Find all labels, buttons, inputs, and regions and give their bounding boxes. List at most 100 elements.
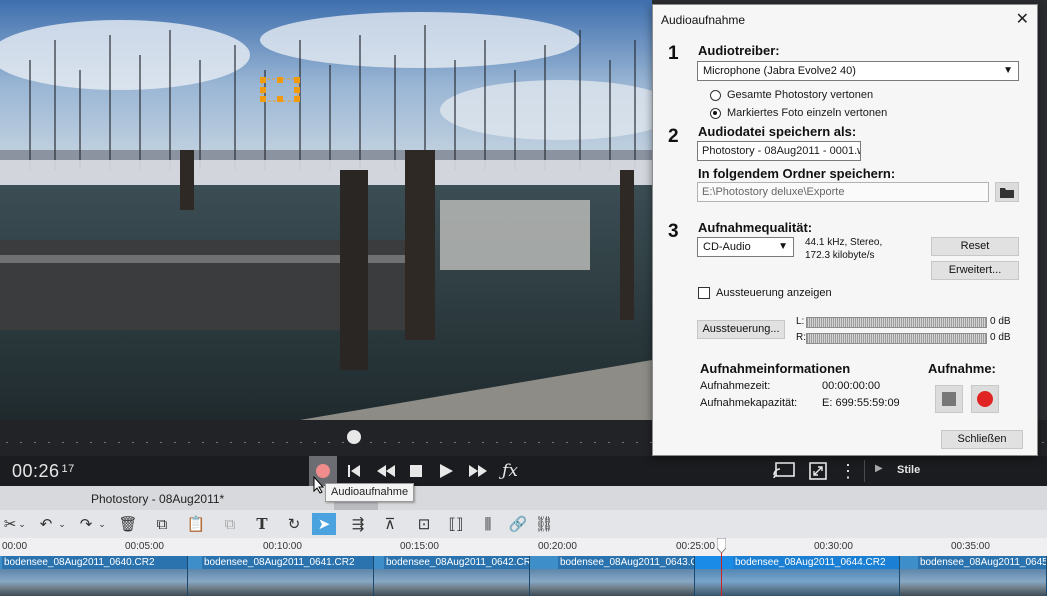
meter-left-db: 0 dB — [990, 316, 1011, 327]
level-meter-left — [806, 317, 987, 328]
folder-path-input[interactable]: E:\Photostory deluxe\Exporte — [697, 182, 989, 202]
ruler-tick-label: 00:35:00 — [951, 541, 990, 552]
vertical-dots-icon: ⋮ — [839, 461, 857, 481]
stop-recording-button[interactable] — [935, 385, 963, 413]
ruler-tick-label: 00:10:00 — [263, 541, 302, 552]
play-icon — [440, 464, 453, 478]
timeline-clip[interactable]: bodensee_08Aug2011_0642.CR2 — [374, 556, 530, 596]
radio-whole-story[interactable]: Gesamte Photostory vertonen — [710, 89, 873, 101]
quality-heading: Aufnahmequalität: — [698, 220, 813, 235]
clip-thumbnail — [374, 569, 529, 596]
scrubber-handle[interactable] — [347, 430, 361, 444]
text-icon[interactable]: T — [252, 515, 272, 533]
info-heading: Aufnahmeinformationen — [700, 361, 851, 376]
timeline-clip-selected[interactable]: bodensee_08Aug2011_0644.CR2 — [695, 556, 900, 596]
photo-preview[interactable] — [0, 0, 652, 420]
delete-icon[interactable]: 🗑 — [118, 515, 138, 533]
paste-disabled-icon: ⧉ — [224, 515, 236, 533]
playhead-line — [721, 553, 722, 596]
rewind-button[interactable] — [373, 456, 399, 486]
ruler-tick-label: 00:15:00 — [400, 541, 439, 552]
rotate-icon[interactable]: ↻ — [284, 515, 304, 533]
fast-forward-button[interactable] — [465, 456, 491, 486]
quality-info-line1: 44.1 kHz, Stereo, — [805, 237, 883, 248]
level-settings-button[interactable]: Aussteuerung... — [697, 320, 785, 339]
fullscreen-button[interactable] — [806, 456, 830, 486]
more-options-button[interactable]: ⋮ — [839, 456, 857, 486]
timeline-clip[interactable]: bodensee_08Aug2011_0641.CR2 — [188, 556, 374, 596]
playhead-marker-icon[interactable] — [717, 538, 726, 554]
copy-icon[interactable]: ⧉ — [152, 515, 172, 533]
radio-single-photo[interactable]: Markiertes Foto einzeln vertonen — [710, 107, 887, 119]
meter-left-label: L: — [796, 316, 805, 327]
radio-circle[interactable] — [710, 89, 721, 101]
timeline-toolbar: ✂ ⌄ ↶ ⌄ ↷ ⌄ 🗑 ⧉ 📋 ⧉ T ↻ ➤ ⇶ ⊼ ⊡ ⟦⟧ ⫼ 🔗 ⛓ — [0, 510, 1047, 538]
timeline-clip[interactable]: bodensee_08Aug2011_0640.CR2 — [0, 556, 188, 596]
fullscreen-icon — [809, 462, 827, 480]
ruler-tick-label: 00:30:00 — [814, 541, 853, 552]
advanced-button[interactable]: Erweitert... — [931, 261, 1019, 280]
timeline-clip[interactable]: bodensee_08Aug2011_0643.CR2 — [530, 556, 695, 596]
close-button[interactable]: Schließen — [941, 430, 1023, 449]
fit-icon[interactable]: ⟦⟧ — [446, 515, 466, 533]
timecode-display: 00:26 17 — [12, 461, 75, 481]
chevron-down-icon[interactable]: ⌄ — [16, 515, 28, 533]
redo-icon[interactable]: ↷ — [76, 515, 96, 533]
clip-label: bodensee_08Aug2011_0641.CR2 — [202, 556, 373, 569]
stop-icon — [410, 465, 422, 477]
harbor-photo — [0, 0, 652, 420]
show-level-label: Aussteuerung anzeigen — [716, 287, 832, 299]
equalizer-icon[interactable]: ⫼ — [478, 515, 498, 533]
play-button[interactable] — [435, 456, 457, 486]
multi-select-icon[interactable]: ⇶ — [348, 515, 368, 533]
dialog-title: Audioaufnahme — [661, 13, 746, 27]
fx-icon: ƒx — [502, 461, 518, 481]
clip-label: bodensee_08Aug2011_0643.CR2 — [558, 556, 694, 569]
transport-bar: 00:26 17 ƒx ⋮ ▶ Stile — [0, 456, 1047, 486]
stop-icon — [942, 392, 956, 406]
radio-circle-selected[interactable] — [710, 107, 721, 119]
effects-fx-button[interactable]: ƒx — [498, 456, 522, 486]
clip-label: bodensee_08Aug2011_0644.CR2 — [733, 556, 899, 569]
undo-icon[interactable]: ↶ — [36, 515, 56, 533]
driver-heading: Audiotreiber: — [698, 43, 780, 58]
ruler-tick-label: 00:20:00 — [538, 541, 577, 552]
show-level-checkbox[interactable] — [698, 287, 710, 299]
timeline-ruler[interactable]: 00:00 00:05:00 00:10:00 00:15:00 00:20:0… — [0, 538, 1047, 556]
paste-icon[interactable]: 📋 — [186, 515, 206, 533]
quality-value: CD-Audio — [703, 241, 751, 253]
step-number: 1 — [668, 43, 679, 64]
start-recording-button[interactable] — [971, 385, 999, 413]
trim-icon[interactable]: ⊼ — [380, 515, 400, 533]
audio-recording-dialog: Audioaufnahme ✕ 1 Audiotreiber: Micropho… — [652, 4, 1038, 456]
chevron-down-icon[interactable]: ⌄ — [96, 515, 108, 533]
clip-thumbnail — [900, 569, 1046, 596]
clip-label: bodensee_08Aug2011_0640.CR2 — [2, 556, 187, 569]
cast-button[interactable] — [770, 456, 798, 486]
folder-icon — [1000, 187, 1014, 198]
clip-label: bodensee_08Aug2011_0645 — [918, 556, 1046, 569]
chevron-right-icon[interactable]: ▶ — [875, 463, 883, 474]
styles-panel-label[interactable]: Stile — [897, 464, 920, 476]
stop-button[interactable] — [405, 456, 427, 486]
link-icon[interactable]: 🔗 — [508, 515, 528, 533]
close-icon[interactable]: ✕ — [1016, 9, 1029, 29]
fast-forward-icon — [469, 465, 487, 477]
browse-folder-button[interactable] — [995, 182, 1019, 202]
project-title: Photostory - 08Aug2011* — [91, 492, 225, 506]
reset-button[interactable]: Reset — [931, 237, 1019, 256]
chevron-down-icon[interactable]: ⌄ — [56, 515, 68, 533]
app-window: 00:26 17 ƒx ⋮ ▶ Stile Audioaufnahme Photo… — [0, 0, 1047, 596]
filename-input[interactable]: Photostory - 08Aug2011 - 0001.wav — [697, 141, 861, 161]
frame-icon[interactable]: ⊡ — [414, 515, 434, 533]
timeline-clip[interactable]: bodensee_08Aug2011_0645 — [900, 556, 1047, 596]
pointer-mode-icon[interactable]: ➤ — [312, 513, 336, 535]
clip-label: bodensee_08Aug2011_0642.CR2 — [384, 556, 529, 569]
skip-to-start-button[interactable] — [343, 456, 365, 486]
quality-select[interactable]: CD-Audio ▼ — [697, 237, 794, 257]
record-time-label: Aufnahmezeit: — [700, 380, 771, 392]
unlink-icon[interactable]: ⛓ — [534, 515, 554, 533]
audio-driver-select[interactable]: Microphone (Jabra Evolve2 40) ▼ — [697, 61, 1019, 81]
chevron-down-icon: ▼ — [778, 241, 788, 252]
divider — [864, 460, 865, 482]
